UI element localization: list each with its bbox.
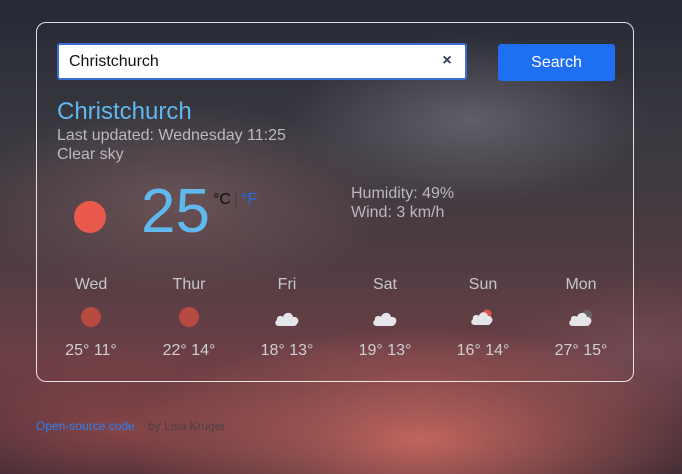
- forecast-day-temps: 16° 14°: [456, 342, 510, 359]
- forecast-day: Sun 16° 14°: [434, 276, 532, 366]
- cloud-icon: [373, 312, 397, 326]
- forecast-day-name: Wed: [74, 276, 108, 293]
- unit-separator: |: [233, 191, 239, 208]
- celsius-unit[interactable]: °C: [213, 191, 231, 208]
- cloud-icon: [275, 312, 299, 326]
- clear-icon[interactable]: ×: [439, 52, 455, 69]
- sun-icon: [81, 307, 101, 327]
- forecast-day: Wed 25° 11°: [42, 276, 140, 366]
- last-updated: Last updated: Wednesday 11:25: [57, 127, 286, 144]
- author-credit: by Lisa Kruger: [148, 419, 226, 433]
- sun-icon: [179, 307, 199, 327]
- search-input[interactable]: [69, 45, 429, 78]
- forecast-day-name: Mon: [565, 276, 597, 293]
- forecast-day: Mon 27° 15°: [532, 276, 630, 366]
- humidity: Humidity: 49%: [351, 185, 455, 202]
- forecast-day-name: Fri: [277, 276, 297, 293]
- wind: Wind: 3 km/h: [351, 204, 445, 221]
- forecast-day-name: Sun: [468, 276, 498, 293]
- forecast: Wed 25° 11° Thur 22° 14° Fri 18° 13° Sat: [42, 276, 630, 366]
- partly-cloudy-icon: [471, 309, 493, 325]
- forecast-day-temps: 18° 13°: [260, 342, 314, 359]
- weather-card: × Search Christchurch Last updated: Wedn…: [36, 22, 634, 382]
- open-source-link[interactable]: Open-source code: [36, 419, 135, 433]
- forecast-day-temps: 22° 14°: [162, 342, 216, 359]
- search-box[interactable]: ×: [57, 43, 467, 80]
- forecast-day: Thur 22° 14°: [140, 276, 238, 366]
- sun-icon: [74, 201, 106, 233]
- forecast-day-name: Sat: [372, 276, 397, 293]
- forecast-day-name: Thur: [172, 276, 206, 293]
- unit-toggle: °C | °F: [213, 191, 257, 209]
- current-temperature: 25: [141, 177, 210, 246]
- forecast-day-temps: 25° 11°: [65, 342, 117, 359]
- search-button[interactable]: Search: [498, 44, 615, 81]
- city-name: Christchurch: [57, 98, 192, 125]
- fahrenheit-link[interactable]: °F: [241, 191, 257, 208]
- forecast-day: Sat 19° 13°: [336, 276, 434, 366]
- forecast-day-temps: 27° 15°: [554, 342, 608, 359]
- forecast-day-temps: 19° 13°: [358, 342, 412, 359]
- weather-description: Clear sky: [57, 146, 124, 163]
- partly-cloudy-night-icon: [569, 310, 592, 326]
- forecast-day: Fri 18° 13°: [238, 276, 336, 366]
